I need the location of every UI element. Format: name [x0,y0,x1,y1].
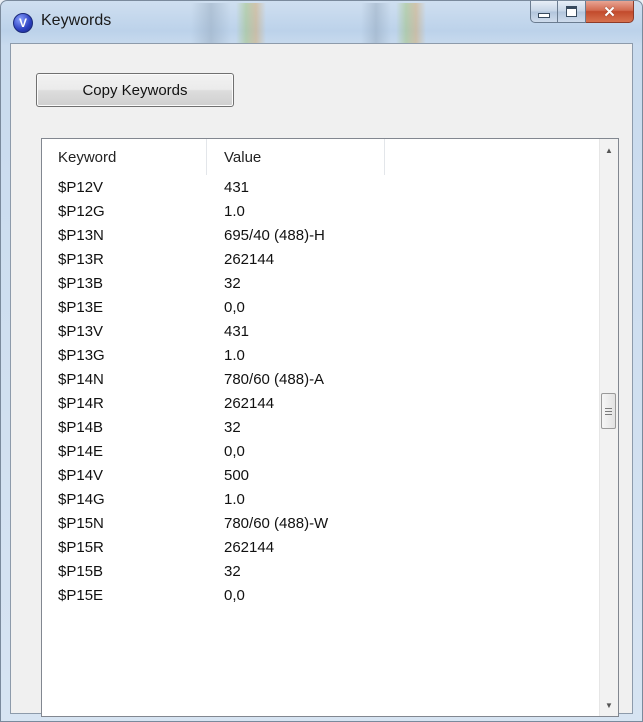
table-row[interactable]: $P14R 262144 [42,391,600,415]
list-rows: $P12V 431 $P12G 1.0 $P13N 695/40 (488)-H $P13R… [42,175,600,607]
keyword-cell: $P15B [58,562,104,580]
grip-icon [605,407,612,415]
close-icon: ✕ [603,3,616,21]
table-row[interactable]: $P12G 1.0 [42,199,600,223]
keyword-cell: $P15E [58,586,104,604]
column-header-value[interactable]: Value [207,139,385,175]
close-button[interactable]: ✕ [586,1,634,23]
table-row[interactable]: $P13E 0,0 [42,295,600,319]
keyword-cell: $P13E [58,298,104,316]
keywords-list[interactable]: Keyword Value $P12V 431 $P12G 1.0 $P13N 695/4… [41,138,619,717]
keyword-cell: $P14V [58,466,104,484]
table-row[interactable]: $P15E 0,0 [42,583,600,607]
value-cell: 262144 [224,394,275,412]
keyword-cell: $P13V [58,322,104,340]
value-cell: 1.0 [224,346,245,364]
column-header-empty[interactable] [385,139,600,175]
column-header-keyword[interactable]: Keyword [42,139,207,175]
keyword-cell: $P14G [58,490,105,508]
vertical-scrollbar[interactable]: ▲ ▼ [599,139,618,716]
keyword-cell: $P12G [58,202,105,220]
value-cell: 1.0 [224,490,245,508]
value-cell: 262144 [224,250,275,268]
table-row[interactable]: $P14V 500 [42,463,600,487]
scroll-down-arrow-icon[interactable]: ▼ [600,696,618,714]
keyword-cell: $P13N [58,226,104,244]
keyword-cell: $P14B [58,418,104,436]
value-cell: 780/60 (488)-A [224,370,325,388]
keyword-cell: $P12V [58,178,104,196]
table-row[interactable]: $P15R 262144 [42,535,600,559]
minimize-icon [538,13,550,18]
table-row[interactable]: $P14B 32 [42,415,600,439]
value-cell: 780/60 (488)-W [224,514,329,532]
value-cell: 431 [224,178,250,196]
value-cell: 500 [224,466,250,484]
table-row[interactable]: $P13B 32 [42,271,600,295]
value-cell: 32 [224,562,241,580]
keyword-cell: $P13G [58,346,105,364]
maximize-button[interactable] [558,1,586,23]
table-row[interactable]: $P15B 32 [42,559,600,583]
value-cell: 32 [224,418,241,436]
value-cell: 1.0 [224,202,245,220]
window-title: Keywords [41,12,112,29]
client-area: Copy Keywords Keyword Value $P12V 431 $P12… [10,43,633,717]
keyword-cell: $P15R [58,538,104,556]
keyword-cell: $P14R [58,394,104,412]
keyword-cell: $P14E [58,442,104,460]
keyword-cell: $P15N [58,514,104,532]
scroll-thumb[interactable] [601,393,616,429]
value-cell: 0,0 [224,298,245,316]
value-cell: 0,0 [224,442,245,460]
keyword-cell: $P13R [58,250,104,268]
table-row[interactable]: $P15N 780/60 (488)-W [42,511,600,535]
value-cell: 32 [224,274,241,292]
table-row[interactable]: $P13V 431 [42,319,600,343]
maximize-icon [566,6,577,17]
caption-buttons: ✕ [530,1,634,23]
table-row[interactable]: $P13R 262144 [42,247,600,271]
list-header: Keyword Value [42,139,600,175]
title-bar[interactable]: V Keywords ✕ [1,1,642,43]
value-cell: 695/40 (488)-H [224,226,325,244]
table-row[interactable]: $P13G 1.0 [42,343,600,367]
value-cell: 262144 [224,538,275,556]
minimize-button[interactable] [530,1,558,23]
keyword-cell: $P13B [58,274,104,292]
keywords-window: V Keywords ✕ Copy Keywords Keyword Value… [0,0,643,722]
app-icon[interactable]: V [13,13,33,33]
value-cell: 0,0 [224,586,245,604]
table-row[interactable]: $P14N 780/60 (488)-A [42,367,600,391]
table-row[interactable]: $P14G 1.0 [42,487,600,511]
table-row[interactable]: $P12V 431 [42,175,600,199]
value-cell: 431 [224,322,250,340]
scroll-up-arrow-icon[interactable]: ▲ [600,141,618,159]
keyword-cell: $P14N [58,370,104,388]
table-row[interactable]: $P14E 0,0 [42,439,600,463]
table-row[interactable]: $P13N 695/40 (488)-H [42,223,600,247]
copy-keywords-button[interactable]: Copy Keywords [36,73,234,107]
